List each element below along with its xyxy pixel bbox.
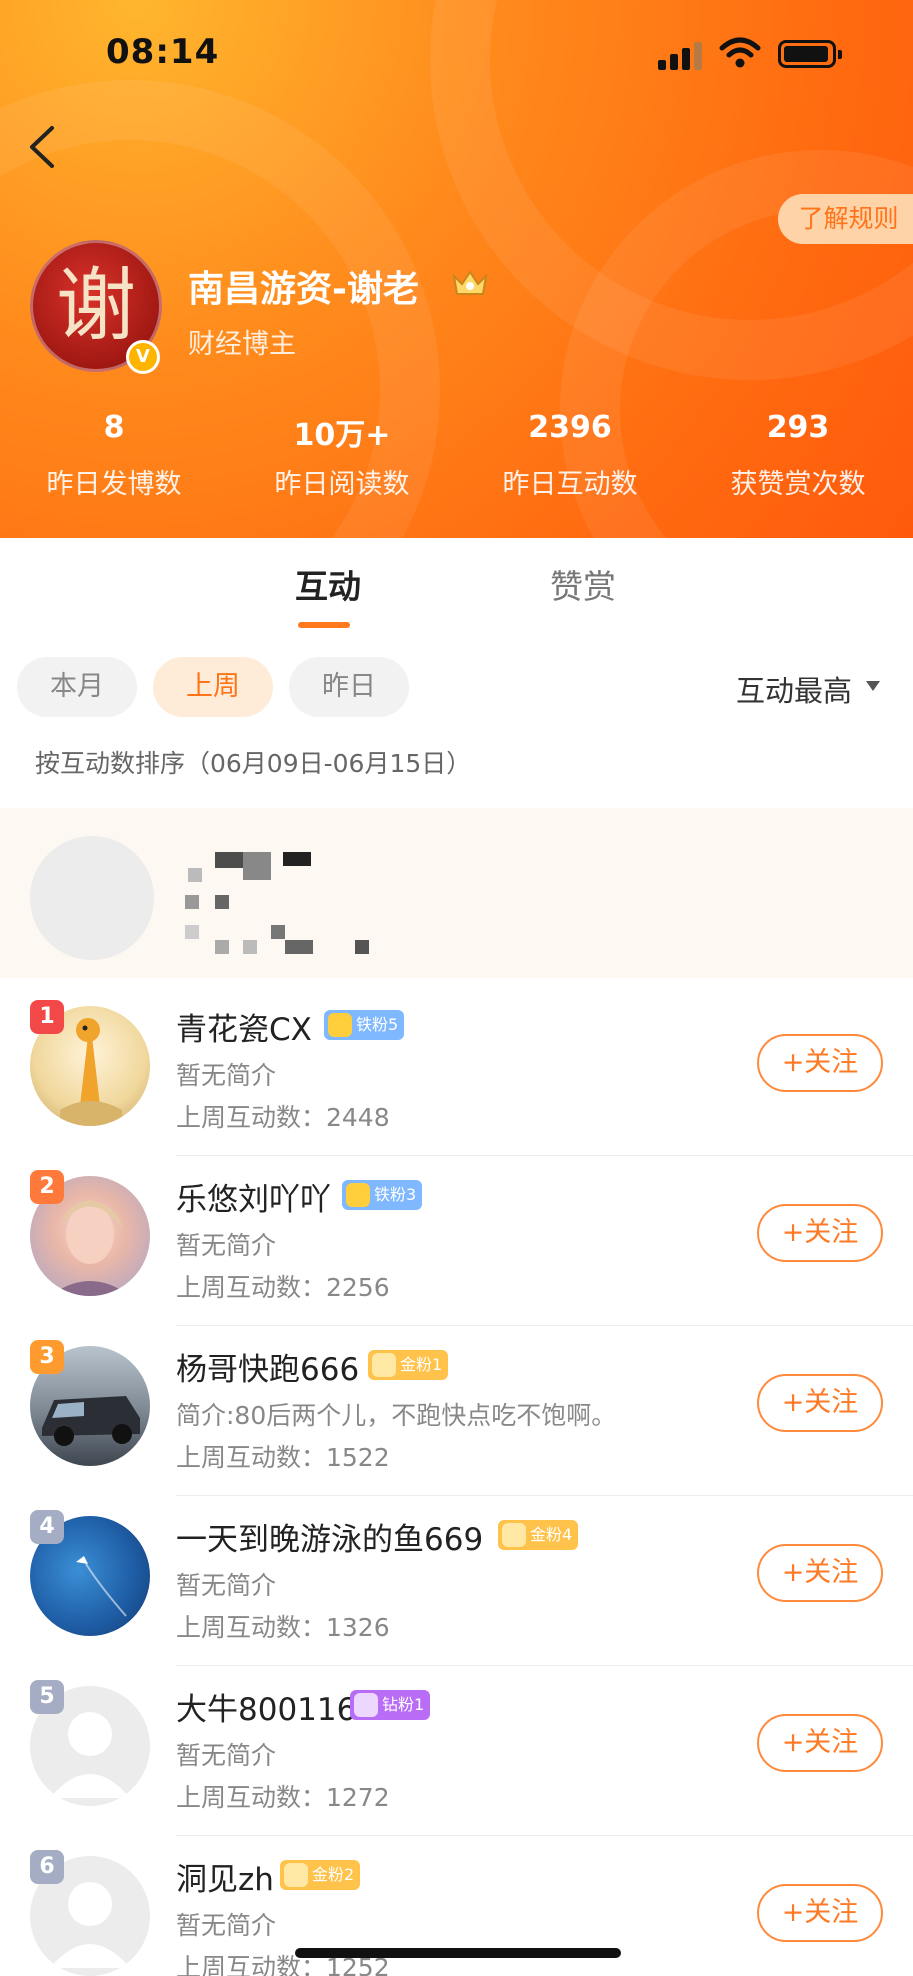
- follow-button[interactable]: +关注: [757, 1544, 883, 1602]
- fan-name[interactable]: 青花瓷CX: [176, 1004, 312, 1049]
- follow-button[interactable]: +关注: [757, 1884, 883, 1942]
- pixelated-avatar: [30, 836, 154, 960]
- fan-level-label: 金粉1: [400, 1355, 443, 1374]
- rank-badge: 3: [30, 1340, 64, 1374]
- follow-button[interactable]: +关注: [757, 1034, 883, 1092]
- stat-label: 昨日互动数: [502, 469, 638, 500]
- blogger-role: 财经博主: [188, 329, 296, 360]
- profile-header: 08:14 了解规则 谢 V 南昌游资-谢老 财经博主 8 昨日发博数 10万+…: [0, 0, 913, 538]
- fan-level-badge: 金粉2: [280, 1860, 361, 1890]
- fan-bio: 暂无简介: [176, 1571, 277, 1600]
- learn-rules-button[interactable]: 了解规则: [778, 194, 913, 244]
- stat-label: 获赞赏次数: [730, 469, 866, 500]
- fan-name[interactable]: 一天到晚游泳的鱼669: [176, 1514, 483, 1559]
- rank-badge: 1: [30, 1000, 64, 1034]
- follow-button[interactable]: +关注: [757, 1714, 883, 1772]
- stat-value: 293: [766, 410, 830, 445]
- fan-row[interactable]: 5 大牛800116 钻粉1 暂无简介 上周互动数：1272 +关注: [0, 1666, 913, 1836]
- fan-bio: 暂无简介: [176, 1061, 277, 1090]
- fan-level-badge: 金粉1: [368, 1350, 449, 1380]
- tab-interaction[interactable]: 互动: [295, 560, 361, 608]
- stat-interactions: 2396 昨日互动数: [456, 410, 684, 501]
- gem-icon: [502, 1523, 526, 1547]
- filter-last-week[interactable]: 上周: [153, 657, 273, 717]
- fan-row[interactable]: 1 青花瓷CX 铁粉5 暂无简介 上周互动数：2448 +关注: [0, 986, 913, 1156]
- crown-icon: [452, 270, 488, 295]
- sort-dropdown[interactable]: 互动最高: [736, 668, 852, 710]
- stat-rewards: 293 获赞赏次数: [684, 410, 912, 501]
- rank-badge: 2: [30, 1170, 64, 1204]
- fan-name[interactable]: 杨哥快跑666: [176, 1344, 359, 1389]
- fan-score: 上周互动数：1272: [176, 1783, 390, 1812]
- fan-level-label: 铁粉3: [374, 1185, 417, 1204]
- fan-bio: 暂无简介: [176, 1741, 277, 1770]
- gem-icon: [372, 1353, 396, 1377]
- rank-badge: 6: [30, 1850, 64, 1884]
- filter-yesterday[interactable]: 昨日: [289, 657, 409, 717]
- fan-score: 上周互动数：2448: [176, 1103, 390, 1132]
- home-indicator[interactable]: [295, 1948, 621, 1958]
- blogger-name: 南昌游资-谢老: [188, 269, 419, 310]
- stat-value: 2396: [528, 410, 612, 445]
- fan-level-label: 铁粉5: [356, 1015, 399, 1034]
- fan-level-badge: 金粉4: [498, 1520, 579, 1550]
- rank-badge: 5: [30, 1680, 64, 1714]
- tab-rewards[interactable]: 赞赏: [550, 560, 616, 608]
- crown-icon: [346, 1183, 370, 1207]
- app-screen: 08:14 了解规则 谢 V 南昌游资-谢老 财经博主 8 昨日发博数 10万+…: [0, 0, 913, 1976]
- active-tab-indicator: [298, 622, 350, 628]
- fan-score: 上周互动数：1326: [176, 1613, 390, 1642]
- status-time: 08:14: [106, 32, 220, 72]
- fan-level-badge: 铁粉5: [324, 1010, 405, 1040]
- battery-icon: [778, 40, 842, 68]
- wifi-icon: [719, 37, 761, 68]
- stat-label: 昨日阅读数: [274, 469, 410, 500]
- fan-score: 上周互动数：1522: [176, 1443, 390, 1472]
- stat-reads: 10万+ 昨日阅读数: [228, 410, 456, 501]
- back-chevron-icon[interactable]: [22, 122, 62, 172]
- sort-description: 按互动数排序（06月09日-06月15日）: [35, 749, 472, 778]
- caret-down-icon[interactable]: [866, 681, 880, 691]
- fan-level-badge: 铁粉3: [342, 1180, 423, 1210]
- stat-posts: 8 昨日发博数: [0, 410, 228, 501]
- stat-value: 10万+: [293, 418, 391, 453]
- filter-this-month[interactable]: 本月: [17, 657, 137, 717]
- fan-level-label: 金粉4: [530, 1525, 573, 1544]
- gem-icon: [284, 1863, 308, 1887]
- fan-bio: 暂无简介: [176, 1231, 277, 1260]
- stat-label: 昨日发博数: [46, 469, 182, 500]
- fan-level-badge: 钻粉1: [350, 1690, 431, 1720]
- follow-button[interactable]: +关注: [757, 1204, 883, 1262]
- fan-name[interactable]: 乐悠刘吖吖: [176, 1174, 331, 1219]
- fan-score: 上周互动数：2256: [176, 1273, 390, 1302]
- fan-name[interactable]: 大牛800116: [176, 1684, 356, 1729]
- fan-row[interactable]: 3 杨哥快跑666 金粉1 简介:80后两个儿，不跑快点吃不饱啊。 上周互动数：…: [0, 1326, 913, 1496]
- fan-row[interactable]: 2 乐悠刘吖吖 铁粉3 暂无简介 上周互动数：2256 +关注: [0, 1156, 913, 1326]
- rank-badge: 4: [30, 1510, 64, 1544]
- follow-button[interactable]: +关注: [757, 1374, 883, 1432]
- fan-bio: 简介:80后两个儿，不跑快点吃不饱啊。: [176, 1401, 617, 1430]
- stat-value: 8: [103, 410, 125, 445]
- fan-row[interactable]: 4 一天到晚游泳的鱼669 金粉4 暂无简介 上周互动数：1326 +关注: [0, 1496, 913, 1666]
- fan-level-label: 钻粉1: [382, 1695, 425, 1714]
- fan-name[interactable]: 洞见zh: [176, 1854, 274, 1899]
- crown-icon: [328, 1013, 352, 1037]
- fan-level-label: 金粉2: [312, 1865, 355, 1884]
- cellular-signal-icon: [658, 40, 708, 70]
- verified-badge-icon: V: [126, 340, 160, 374]
- fan-bio: 暂无简介: [176, 1911, 277, 1940]
- diamond-icon: [354, 1693, 378, 1717]
